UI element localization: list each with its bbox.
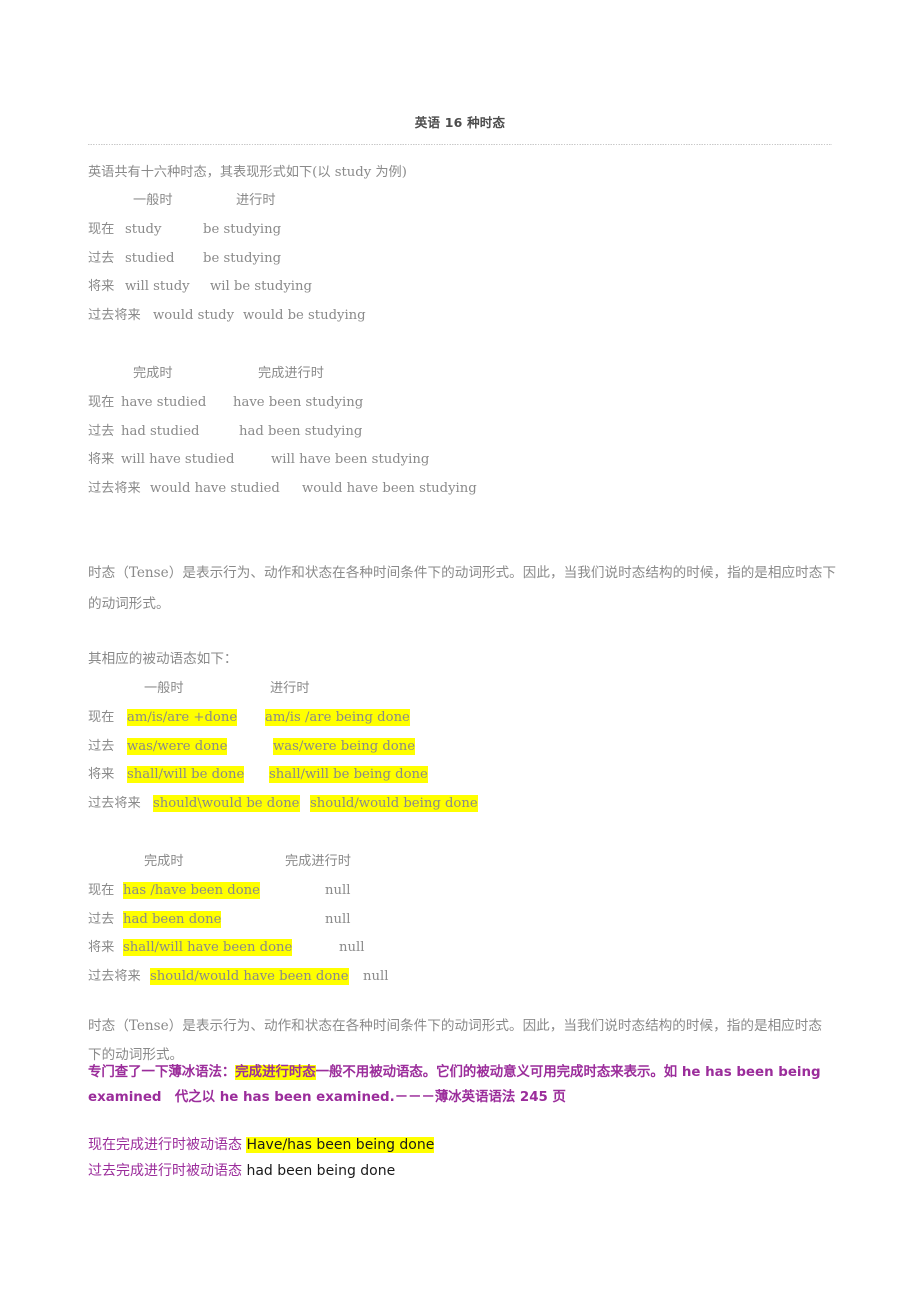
cell-progressive: be studying	[203, 250, 282, 266]
row-label: 现在	[88, 221, 115, 237]
cell-perfect: has /have been done	[123, 881, 260, 899]
lookup-prefix: 专门查了一下薄冰语法：	[88, 1065, 236, 1080]
table-row: 将来 shall/will have been done null	[88, 934, 388, 963]
past-perfect-progressive-passive-line: 过去完成进行时被动语态 had been being done	[88, 1159, 395, 1183]
table-row: 过去 had been done null	[88, 906, 388, 935]
column-header-perfect-progressive: 完成进行时	[258, 366, 324, 381]
cell-perfect-progressive: null	[325, 911, 351, 927]
cell-perfect: have studied	[121, 394, 207, 410]
cell-simple: study	[125, 221, 162, 237]
cell-simple: should\would be done	[153, 795, 300, 813]
document-page: 英语 16 种时态 英语共有十六种时态，其表现形式如下(以 study 为例) …	[0, 0, 920, 1302]
cell-progressive: wil be studying	[210, 279, 312, 295]
row-label: 将来	[88, 940, 115, 956]
table-row: 过去 had studied had been studying	[88, 418, 477, 447]
table-row: 过去将来 would have studied would have been st…	[88, 475, 477, 504]
cell-simple: would study	[153, 308, 235, 324]
cell-perfect-progressive: have been studying	[233, 394, 364, 410]
table-row: 将来 shall/will be done shall/will be being …	[88, 761, 478, 790]
table-row: 过去将来 should/would have been done null	[88, 963, 388, 992]
row-label: 现在	[88, 882, 115, 898]
passive-tense-table-simple: 一般时 进行时 现在 am/is/are +done am/is /are being…	[88, 675, 478, 819]
table-row: 将来 will have studied will have been studyi…	[88, 446, 477, 475]
cell-perfect-progressive: would have been studying	[302, 481, 477, 497]
cell-perfect: had studied	[121, 423, 200, 439]
highlighted-term: 完成进行时态	[235, 1065, 316, 1080]
table-row: 现在 study be studying	[88, 216, 366, 245]
intro-line: 英语共有十六种时态，其表现形式如下(以 study 为例)	[88, 165, 407, 180]
table-row: 过去将来 would study would be studying	[88, 302, 366, 331]
column-header-progressive: 进行时	[236, 193, 276, 208]
cell-perfect: will have studied	[121, 452, 235, 468]
row-label: 过去将来	[88, 796, 141, 812]
active-tense-table-simple: 一般时 进行时 现在 study be studying 过去 studied be st…	[88, 187, 366, 331]
cell-perfect: should/would have been done	[150, 968, 349, 986]
table-row: 过去将来 should\would be done should/would bei…	[88, 790, 478, 819]
cell-progressive: would be studying	[243, 308, 366, 324]
table-header-row: 一般时 进行时	[88, 187, 366, 216]
active-tense-table-perfect: 完成时 完成进行时 现在 have studied have been studyin…	[88, 360, 477, 504]
row-label: 过去	[88, 423, 115, 439]
row-label: 将来	[88, 767, 115, 783]
page-title: 英语 16 种时态	[414, 115, 506, 130]
row-label: 过去	[88, 738, 115, 754]
table-header-row: 完成时 完成进行时	[88, 848, 388, 877]
header-divider	[88, 144, 832, 145]
column-header-perfect: 完成时	[144, 854, 184, 869]
row-label: 将来	[88, 452, 115, 468]
row-label: 过去	[88, 911, 115, 927]
cell-progressive: should/would being done	[310, 795, 478, 813]
table-row: 现在 have studied have been studying	[88, 389, 477, 418]
table-row: 现在 am/is/are +done am/is /are being done	[88, 704, 478, 733]
cell-perfect: had been done	[123, 910, 222, 928]
row-label: 过去将来	[88, 969, 141, 985]
lookup-replacement: 代之以 he has been examined.－－－薄冰英语语法 245 页	[161, 1090, 566, 1105]
column-header-simple: 一般时	[144, 681, 184, 696]
passive-tense-table-perfect: 完成时 完成进行时 现在 has /have been done null 过去 had…	[88, 848, 388, 992]
line-label: 过去完成进行时被动语态	[88, 1163, 247, 1179]
cell-simple: am/is/are +done	[127, 708, 238, 726]
grammar-lookup-note: 专门查了一下薄冰语法：完成进行时态一般不用被动语态。它们的被动意义可用完成时态来…	[88, 1060, 840, 1110]
tense-definition-paragraph: 时态（Tense）是表示行为、动作和状态在各种时间条件下的动词形式。因此，当我们…	[88, 565, 836, 612]
table-row: 过去 studied be studying	[88, 245, 366, 274]
row-label: 过去将来	[88, 308, 141, 324]
cell-perfect-progressive: had been studying	[239, 423, 363, 439]
cell-perfect-progressive: null	[339, 940, 365, 956]
line-form: Have/has been being done	[246, 1137, 435, 1153]
row-label: 过去将来	[88, 481, 141, 497]
cell-perfect-progressive: null	[363, 969, 389, 985]
table-row: 将来 will study wil be studying	[88, 273, 366, 302]
line-form: had been being done	[246, 1163, 396, 1179]
column-header-perfect: 完成时	[133, 366, 173, 381]
cell-perfect: would have studied	[150, 481, 280, 497]
cell-progressive: am/is /are being done	[265, 708, 410, 726]
row-label: 过去	[88, 250, 115, 266]
cell-perfect-progressive: null	[325, 882, 351, 898]
table-row: 过去 was/were done was/were being done	[88, 733, 478, 762]
cell-simple: studied	[125, 250, 175, 266]
cell-simple: was/were done	[127, 737, 228, 755]
cell-perfect: shall/will have been done	[123, 939, 293, 957]
column-header-progressive: 进行时	[270, 681, 310, 696]
cell-simple: shall/will be done	[127, 766, 245, 784]
cell-perfect-progressive: will have been studying	[271, 452, 430, 468]
column-header-perfect-progressive: 完成进行时	[285, 854, 351, 869]
line-label: 现在完成进行时被动语态	[88, 1137, 247, 1153]
table-header-row: 完成时 完成进行时	[88, 360, 477, 389]
cell-progressive: was/were being done	[273, 737, 416, 755]
table-row: 现在 has /have been done null	[88, 877, 388, 906]
present-perfect-progressive-passive-line: 现在完成进行时被动语态 Have/has been being done	[88, 1133, 435, 1157]
passive-lead-line: 其相应的被动语态如下：	[88, 651, 238, 667]
cell-progressive: shall/will be being done	[269, 766, 428, 784]
row-label: 现在	[88, 709, 115, 725]
cell-simple: will study	[125, 279, 190, 295]
column-header-simple: 一般时	[133, 193, 173, 208]
row-label: 将来	[88, 279, 115, 295]
row-label: 现在	[88, 394, 115, 410]
cell-progressive: be studying	[203, 221, 282, 237]
table-header-row: 一般时 进行时	[88, 675, 478, 704]
